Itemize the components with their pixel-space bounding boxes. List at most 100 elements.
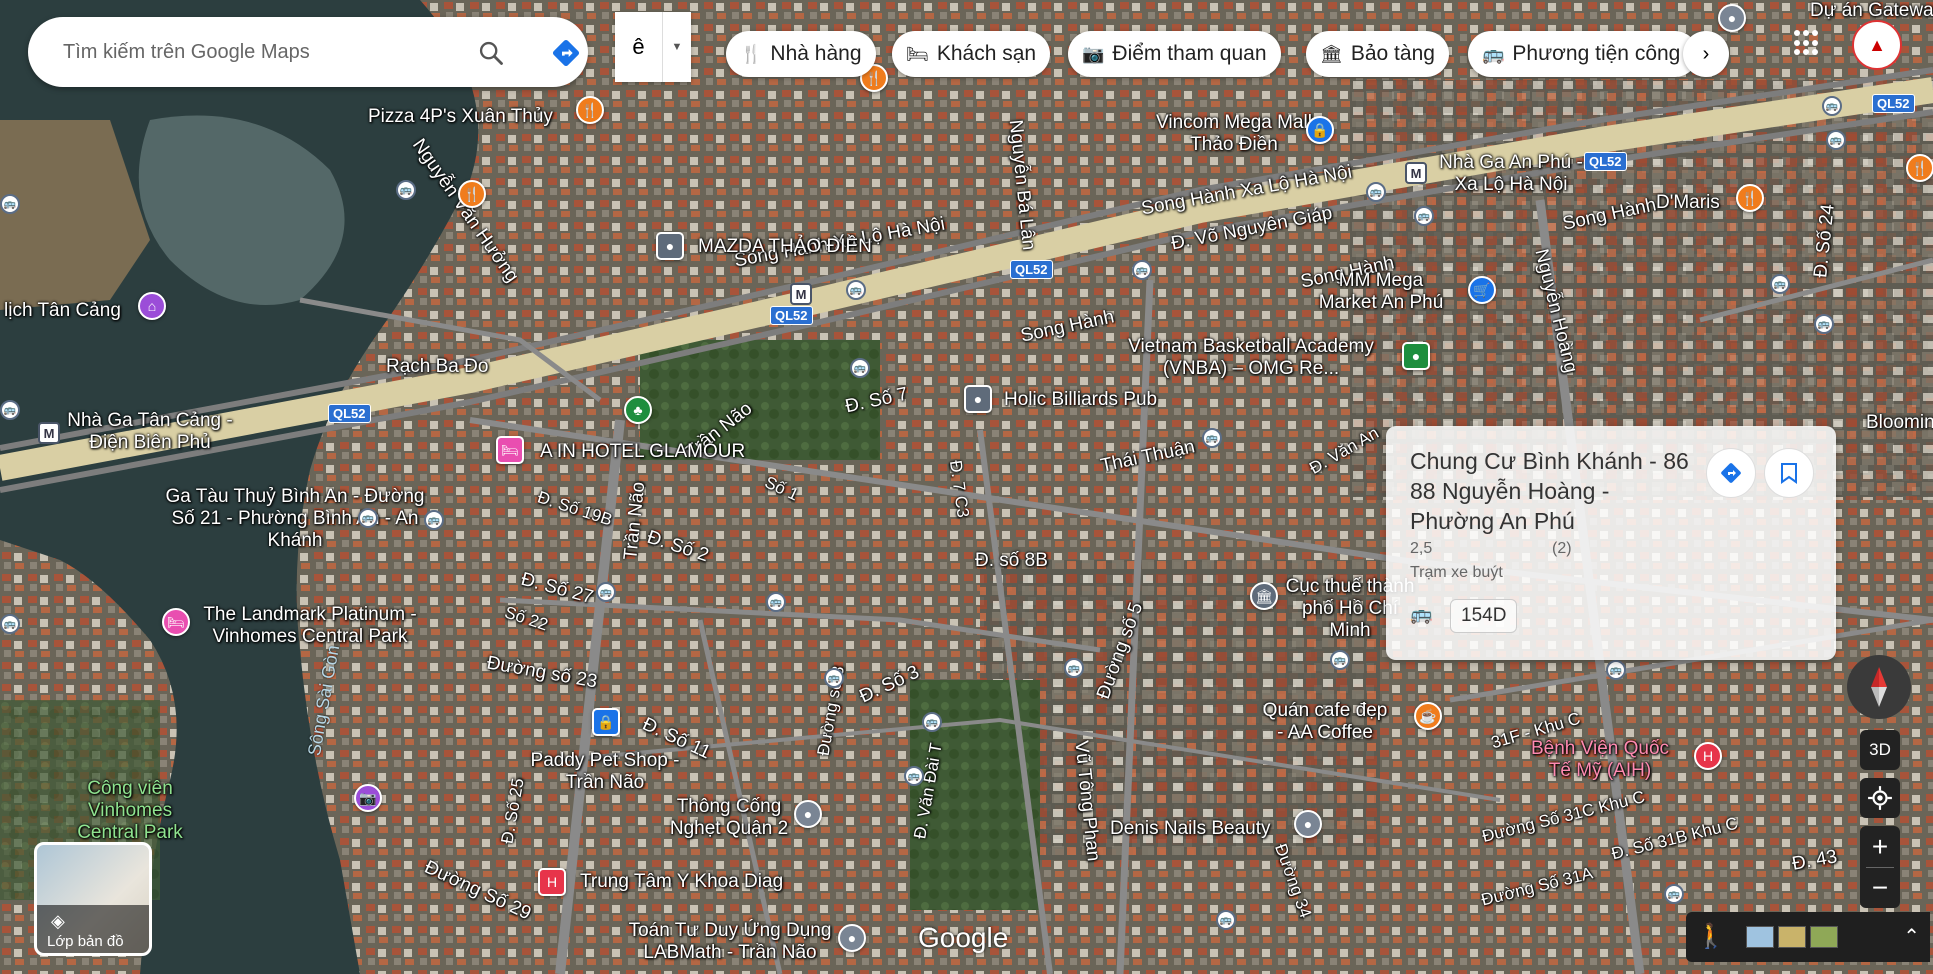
shopping-pin-icon[interactable]: 🔒 [592, 708, 620, 736]
location-pin-icon[interactable]: ● [656, 232, 684, 260]
restaurant-pin-icon[interactable]: 🍴 [458, 180, 486, 208]
bus-stop-icon[interactable]: 🚌 [1132, 260, 1152, 280]
bus-stop-icon[interactable]: 🚌 [922, 712, 942, 732]
place-label[interactable]: Dự án Gateway [1810, 0, 1933, 22]
location-pin-icon[interactable]: ● [1294, 810, 1322, 838]
bus-stop-icon[interactable]: 🚌 [358, 508, 378, 528]
place-label[interactable]: lịch Tân Cảng [4, 300, 121, 322]
place-label[interactable]: MAZDA THẢO ĐIỀN [698, 236, 872, 258]
ime-char[interactable]: ê [615, 12, 663, 82]
place-info-card[interactable]: Chung Cư Bình Khánh - 86 88 Nguyễn Hoàng… [1386, 426, 1836, 660]
location-pin-icon[interactable]: ● [838, 924, 866, 952]
place-label[interactable]: Quán cafe đẹp - AA Coffee [1260, 700, 1390, 744]
place-label[interactable]: Ga Tàu Thuỷ Bình An - Đường Số 21 - Phườ… [160, 486, 430, 552]
zoom-in-button[interactable]: + [1860, 826, 1900, 867]
restaurant-pin-icon[interactable]: 🍴 [1736, 184, 1764, 212]
hospital-pin-icon[interactable]: H [1694, 742, 1722, 770]
hotel-pin-icon[interactable]: 🛏 [162, 608, 190, 636]
search-icon[interactable] [473, 35, 509, 71]
bus-stop-icon[interactable]: 🚌 [424, 510, 444, 530]
park-pin-icon[interactable]: ♣ [624, 396, 652, 424]
bus-stop-icon[interactable]: 🚌 [1414, 206, 1434, 226]
shopping-pin-icon[interactable]: 🛒 [1468, 276, 1496, 304]
place-label[interactable]: Toán Tư Duy Ứng Dụng LABMath - Trần Não [610, 920, 850, 964]
bus-stop-icon[interactable]: 🚌 [1822, 96, 1842, 116]
metro-station-icon[interactable]: M [790, 283, 812, 305]
bus-stop-icon[interactable]: 🚌 [846, 280, 866, 300]
bus-stop-icon[interactable]: 🚌 [1606, 660, 1626, 680]
place-label[interactable]: Holic Billiards Pub [1004, 389, 1157, 411]
compass-icon[interactable] [1847, 655, 1911, 719]
place-label[interactable]: Thông Cống Nghẹt Quận 2 [664, 796, 794, 840]
place-label[interactable]: A IN HOTEL GLAMOUR [540, 441, 745, 463]
place-label[interactable]: Nhà Ga Tân Cảng - Điện Biên Phủ [60, 410, 240, 454]
layers-button[interactable]: ◈ Lớp bản đồ [34, 842, 152, 956]
bus-stop-icon[interactable]: 🚌 [850, 358, 870, 378]
chip-transit[interactable]: 🚌 Phương tiện công [1468, 31, 1698, 77]
imagery-thumbnail[interactable] [1778, 926, 1806, 948]
restaurant-pin-icon[interactable]: 🍴 [576, 96, 604, 124]
expand-icon[interactable]: ⌃ [1903, 924, 1920, 949]
metro-station-icon[interactable]: M [1405, 162, 1427, 184]
bus-stop-icon[interactable]: 🚌 [766, 592, 786, 612]
chip-museums[interactable]: 🏛 Bảo tàng [1306, 31, 1449, 77]
location-pin-icon[interactable]: ● [794, 800, 822, 828]
card-title[interactable]: Chung Cư Bình Khánh - 86 88 Nguyễn Hoàng… [1410, 446, 1700, 536]
location-pin-icon[interactable]: ● [964, 385, 992, 413]
card-save-button[interactable] [1764, 448, 1814, 498]
government-pin-icon[interactable]: 🏛 [1250, 582, 1278, 610]
bus-stop-icon[interactable]: 🚌 [0, 614, 20, 634]
sports-pin-icon[interactable]: ● [1402, 342, 1430, 370]
toggle-3d-button[interactable]: 3D [1860, 730, 1900, 770]
attraction-pin-icon[interactable]: ⌂ [138, 292, 166, 320]
bus-stop-icon[interactable]: 🚌 [1330, 650, 1350, 670]
chip-restaurants[interactable]: 🍴 Nhà hàng [726, 31, 876, 77]
bus-stop-icon[interactable]: 🚌 [824, 668, 844, 688]
bus-stop-icon[interactable]: 🚌 [1770, 274, 1790, 294]
place-label[interactable]: Vincom Mega Mall Thảo Điền [1154, 112, 1314, 156]
place-label[interactable]: Paddy Pet Shop - Trần Não [530, 750, 680, 794]
place-label[interactable]: Pizza 4P's Xuân Thủy [368, 106, 553, 128]
restaurant-pin-icon[interactable]: 🍴 [1906, 154, 1933, 182]
avatar[interactable]: ▲ [1852, 20, 1902, 70]
cafe-pin-icon[interactable]: ☕ [1414, 702, 1442, 730]
place-label[interactable]: Vietnam Basketball Academy (VNBA) – OMG … [1108, 336, 1394, 380]
input-method-switch[interactable]: ê ▼ [615, 12, 691, 82]
bus-stop-icon[interactable]: 🚌 [1664, 884, 1684, 904]
chip-hotels[interactable]: 🛏 Khách sạn [892, 31, 1051, 77]
hospital-pin-icon[interactable]: H [538, 868, 566, 896]
imagery-thumbnail[interactable] [1810, 926, 1838, 948]
bus-stop-icon[interactable]: 🚌 [596, 582, 616, 602]
search-input[interactable] [63, 40, 443, 64]
bus-stop-icon[interactable]: 🚌 [0, 400, 20, 420]
chevron-right-icon[interactable]: › [1683, 31, 1729, 77]
location-pin-icon[interactable]: ● [1718, 4, 1746, 32]
directions-icon[interactable] [548, 35, 584, 71]
place-label[interactable]: Blooming [1866, 412, 1933, 434]
imagery-thumbnail[interactable] [1746, 926, 1774, 948]
shopping-pin-icon[interactable]: 🔒 [1306, 116, 1334, 144]
attraction-pin-icon[interactable]: 📷 [354, 784, 382, 812]
place-label[interactable]: MM Mega Market An Phú [1316, 270, 1446, 314]
bus-stop-icon[interactable]: 🚌 [904, 766, 924, 786]
metro-station-icon[interactable]: M [38, 422, 60, 444]
bus-stop-icon[interactable]: 🚌 [1202, 428, 1222, 448]
apps-grid-icon[interactable] [1794, 30, 1820, 56]
bus-stop-icon[interactable]: 🚌 [1216, 910, 1236, 930]
chip-attractions[interactable]: 📷 Điểm tham quan [1068, 31, 1281, 77]
bus-stop-icon[interactable]: 🚌 [1814, 314, 1834, 334]
bus-stop-icon[interactable]: 🚌 [1826, 130, 1846, 150]
bus-route-badge[interactable]: 154D [1450, 599, 1518, 633]
place-label[interactable]: The Landmark Platinum - Vinhomes Central… [190, 604, 430, 648]
bus-stop-icon[interactable]: 🚌 [1366, 182, 1386, 202]
place-label[interactable]: Denis Nails Beauty [1110, 818, 1271, 840]
place-label[interactable]: Công viên Vinhomes Central Park [70, 778, 190, 844]
place-label[interactable]: Trung Tâm Y Khoa Diag [580, 871, 783, 893]
place-label[interactable]: Bệnh Viện Quốc Tế Mỹ (AIH) [1530, 738, 1670, 782]
card-directions-button[interactable] [1706, 448, 1756, 498]
chevron-down-icon[interactable]: ▼ [663, 12, 691, 82]
pegman-icon[interactable]: 🚶 [1696, 922, 1726, 951]
place-label[interactable]: D'Maris [1656, 192, 1720, 214]
my-location-icon[interactable] [1860, 778, 1900, 818]
zoom-out-button[interactable]: − [1860, 867, 1900, 908]
